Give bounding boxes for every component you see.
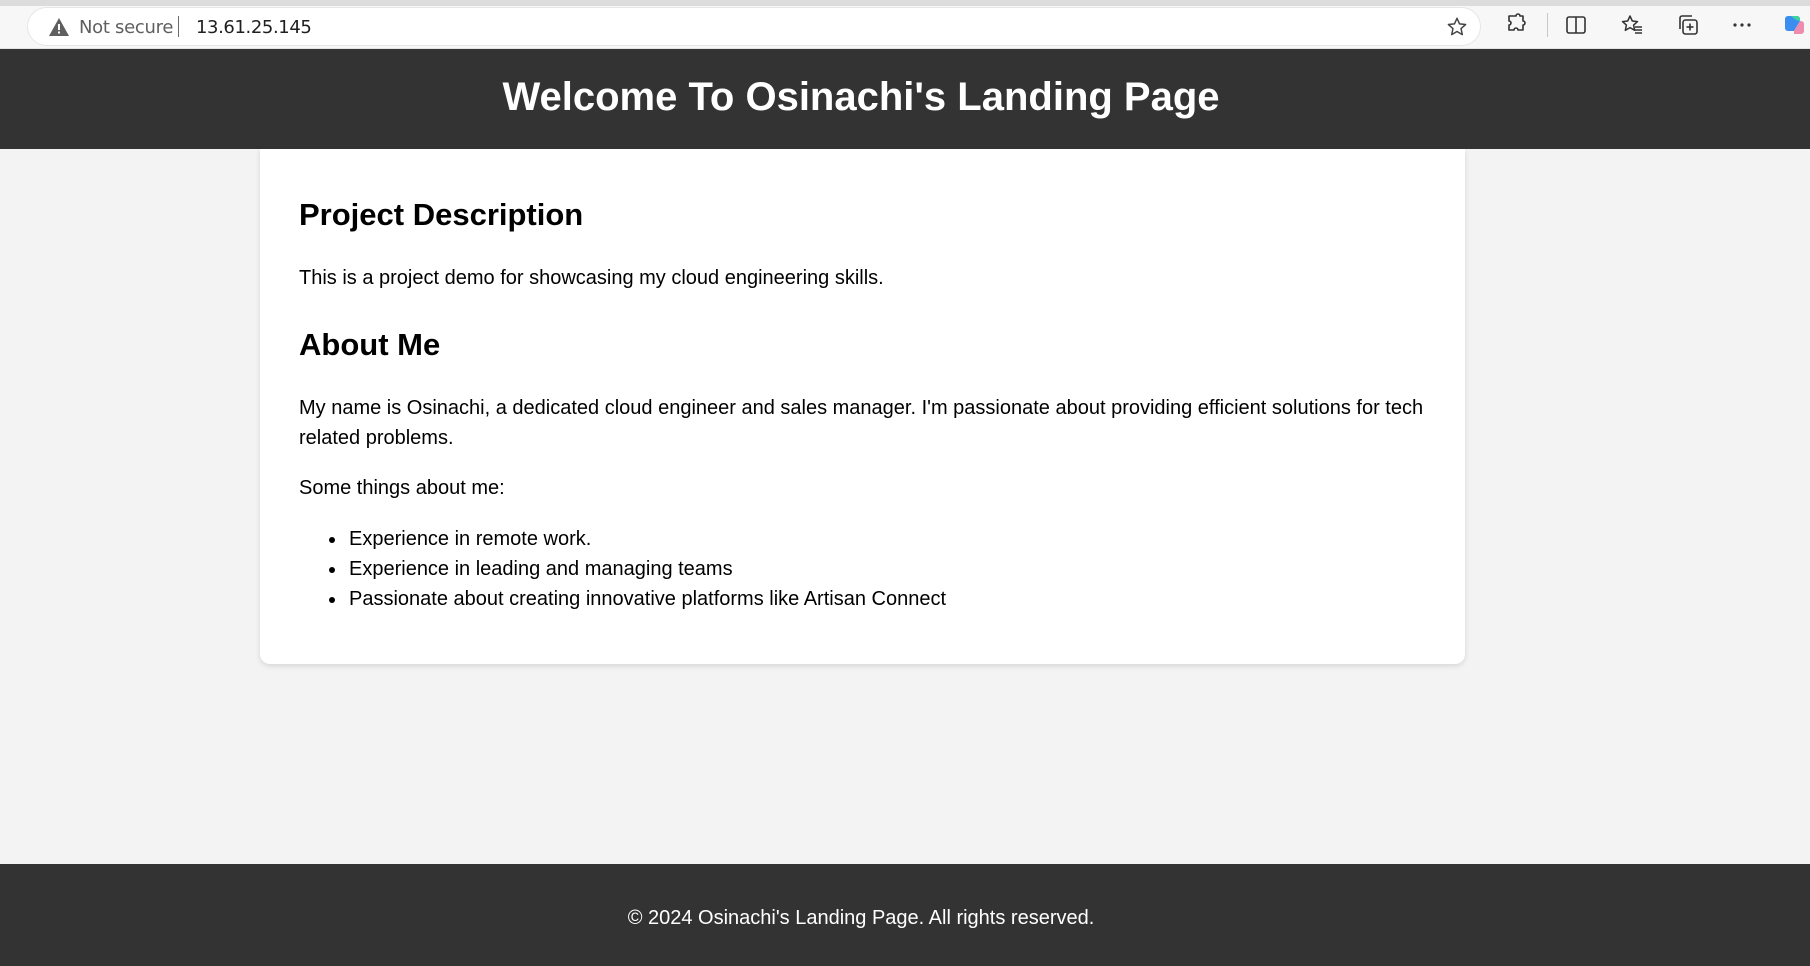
url-text[interactable]: 13.61.25.145 xyxy=(196,17,312,38)
security-status-label[interactable]: Not secure xyxy=(79,17,173,38)
project-description-text: This is a project demo for showcasing my… xyxy=(299,267,884,289)
list-item: Experience in leading and managing teams xyxy=(299,554,946,584)
browser-toolbar: Not secure 13.61.25.145 xyxy=(0,0,1810,49)
toolbar-divider xyxy=(1547,13,1548,37)
footer-copyright: © 2024 Osinachi's Landing Page. All righ… xyxy=(627,907,1095,929)
about-me-intro: Some things about me: xyxy=(299,477,505,499)
list-item: Experience in remote work. xyxy=(299,524,946,554)
list-item: Passionate about creating innovative pla… xyxy=(299,584,946,614)
tab-strip-edge xyxy=(0,0,1810,6)
about-me-bio-line-1: My name is Osinachi, a dedicated cloud e… xyxy=(299,397,1424,419)
address-bar[interactable]: Not secure 13.61.25.145 xyxy=(28,8,1480,45)
about-me-list: Experience in remote work. Experience in… xyxy=(299,524,946,614)
project-description-heading: Project Description xyxy=(299,197,584,232)
about-me-bio-line-2: related problems. xyxy=(299,427,454,449)
page-title: Welcome To Osinachi's Landing Page xyxy=(502,75,1220,119)
address-divider xyxy=(178,16,179,37)
content-card: Project Description This is a project de… xyxy=(260,149,1465,664)
about-me-heading: About Me xyxy=(299,327,441,362)
site-header: Welcome To Osinachi's Landing Page xyxy=(0,49,1810,149)
site-footer: © 2024 Osinachi's Landing Page. All righ… xyxy=(0,864,1810,966)
